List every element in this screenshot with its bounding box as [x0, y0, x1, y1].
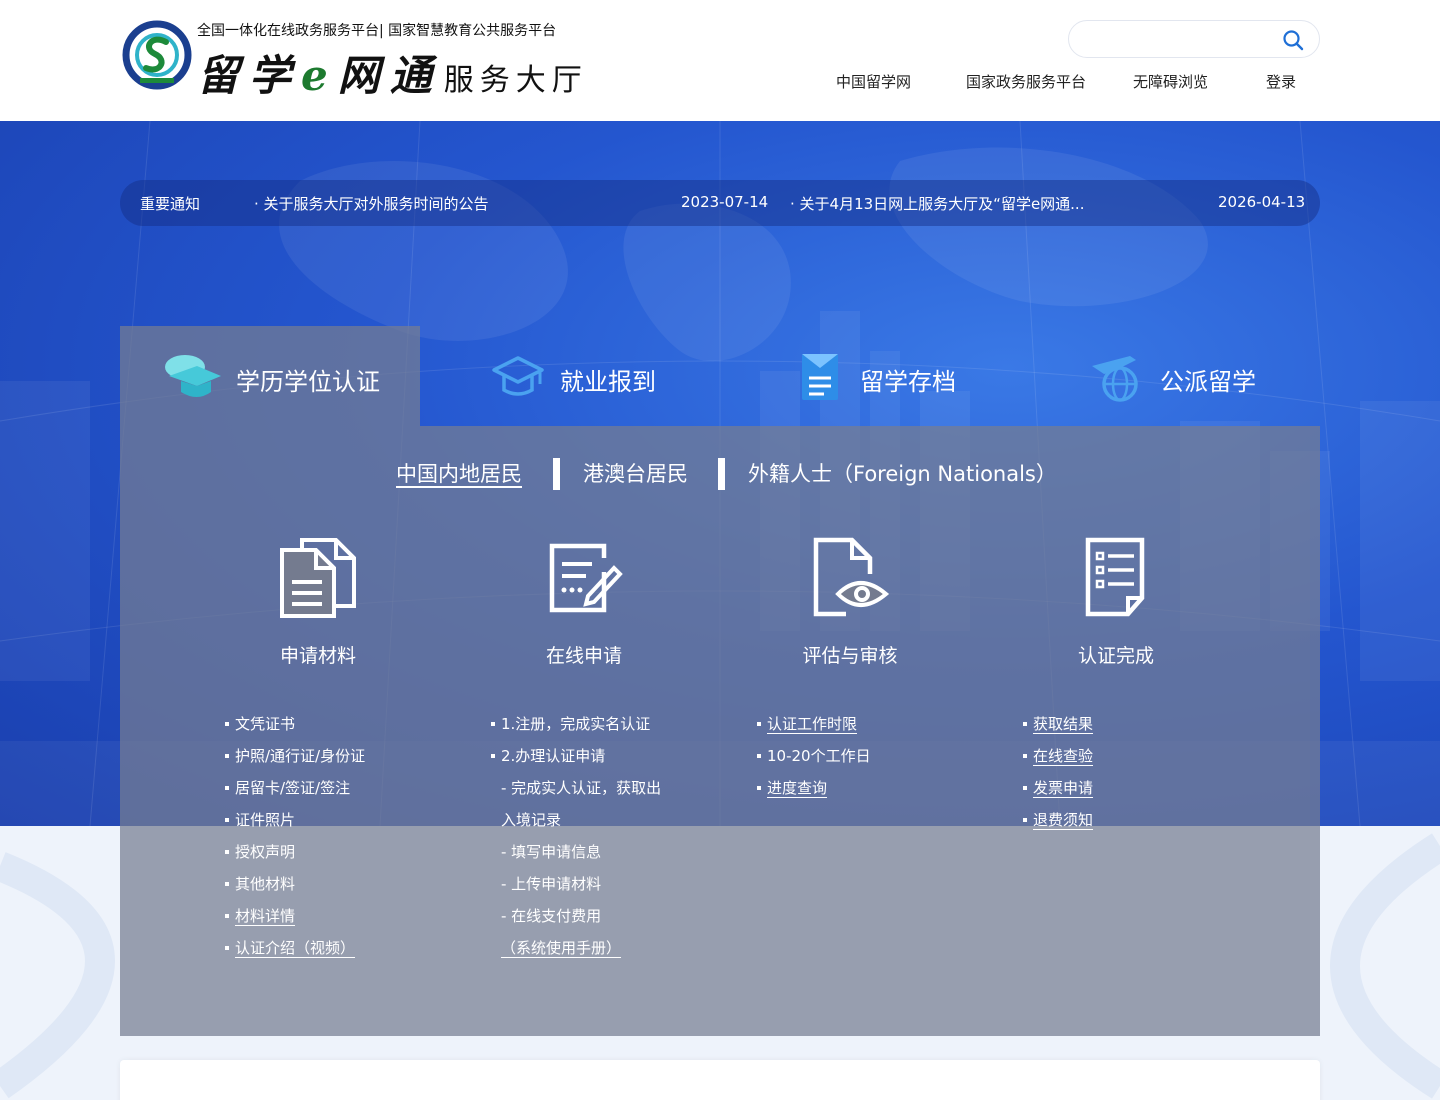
list-item: 在线查验: [1021, 740, 1093, 772]
list-item: 1.注册，完成实名认证: [489, 708, 661, 740]
online-application-steps: 1.注册，完成实名认证 2.办理认证申请 - 完成实人认证，获取出 入境记录 -…: [489, 708, 661, 964]
list-item: 护照/通行证/身份证: [223, 740, 365, 772]
list-item: 文凭证书: [223, 708, 365, 740]
list-subitem: - 在线支付费用: [501, 907, 602, 925]
online-verification-link[interactable]: 在线查验: [1033, 747, 1093, 765]
list-subitem: 入境记录: [501, 811, 562, 829]
step-application-materials[interactable]: 申请材料: [218, 536, 418, 667]
tab-label: 留学存档: [860, 368, 956, 396]
materials-list: 文凭证书 护照/通行证/身份证 居留卡/签证/签注 证件照片 授权声明 其他材料…: [223, 708, 365, 964]
step-online-application[interactable]: 在线申请: [484, 536, 684, 667]
graduation-cap-icon: [165, 355, 221, 397]
list-item: 证件照片: [223, 804, 365, 836]
list-item: 其他材料: [223, 868, 365, 900]
progress-query-link[interactable]: 进度查询: [767, 779, 827, 797]
step-authentication-complete[interactable]: 认证完成: [1016, 536, 1216, 667]
materials-details-link[interactable]: 材料详情: [235, 907, 295, 925]
residency-subtabs: 中国内地居民 港澳台居民 外籍人士（Foreign Nationals）: [120, 458, 1320, 494]
list-item: 2.办理认证申请: [489, 740, 661, 772]
refund-notice-link[interactable]: 退费须知: [1033, 811, 1093, 829]
step-title: 在线申请: [545, 645, 622, 667]
content-card: [120, 1060, 1320, 1100]
list-item: 退费须知: [1021, 804, 1093, 836]
list-item: 10-20个工作日: [755, 740, 871, 772]
service-panel: 中国内地居民 港澳台居民 外籍人士（Foreign Nationals） 申请材…: [120, 426, 1320, 1036]
search-box: [1068, 20, 1320, 58]
brand-script-part2: 网通: [337, 51, 442, 100]
list-item: 获取结果: [1021, 708, 1093, 740]
completion-list: 获取结果 在线查验 发票申请 退费须知: [1021, 708, 1093, 836]
review-list: 认证工作时限 10-20个工作日 进度查询: [755, 708, 871, 804]
list-item: 认证工作时限: [755, 708, 871, 740]
notice-item-date: 2023-07-14: [681, 193, 769, 211]
notice-item-link[interactable]: · 关于4月13日网上服务大厅及“留学e网通...: [790, 193, 1084, 214]
nav-link-cscse[interactable]: 中国留学网: [836, 71, 911, 92]
list-item: 认证介绍（视频）: [223, 932, 365, 964]
search-icon[interactable]: [1281, 28, 1305, 52]
search-input[interactable]: [1083, 28, 1273, 52]
documents-icon: [280, 538, 356, 618]
subtab-foreign-nationals[interactable]: 外籍人士（Foreign Nationals）: [748, 458, 1057, 488]
subtab-mainland-residents[interactable]: 中国内地居民: [396, 458, 522, 488]
get-result-link[interactable]: 获取结果: [1033, 715, 1093, 733]
list-item: 材料详情: [223, 900, 365, 932]
list-subitem: - 完成实人认证，获取出: [501, 779, 662, 797]
processing-time-link[interactable]: 认证工作时限: [767, 715, 857, 733]
step-title: 申请材料: [279, 645, 356, 667]
tab-label: 学历学位认证: [236, 368, 380, 396]
nav-link-gov-service[interactable]: 国家政务服务平台: [966, 71, 1086, 92]
step-title: 评估与审核: [802, 645, 898, 667]
site-logo[interactable]: [122, 20, 192, 90]
subtab-divider: [718, 458, 725, 490]
edit-form-icon: [549, 543, 623, 613]
authentication-video-link[interactable]: 认证介绍（视频）: [235, 939, 355, 957]
apply-authentication-link[interactable]: 2.办理认证申请: [501, 747, 605, 765]
brand-script-part1: 留学: [197, 51, 302, 100]
subtab-hk-macao-taiwan[interactable]: 港澳台居民: [583, 458, 688, 488]
list-item: 发票申请: [1021, 772, 1093, 804]
brand-script-e: e: [301, 51, 338, 100]
system-manual-link[interactable]: （系统使用手册）: [501, 939, 621, 957]
list-subitem: - 填写申请信息: [501, 843, 602, 861]
tab-study-archive[interactable]: 留学存档: [800, 352, 980, 402]
brand-subtitle: 服务大厅: [443, 63, 588, 98]
platform-tagline: 全国一体化在线政务服务平台| 国家智慧教育公共服务平台: [197, 23, 557, 39]
subtab-divider: [553, 458, 560, 490]
mortarboard-icon: [492, 356, 544, 396]
tab-government-sponsored[interactable]: 公派留学: [1090, 352, 1270, 402]
brand-title[interactable]: 留学e网通服务大厅: [197, 42, 588, 103]
list-item: 授权声明: [223, 836, 365, 868]
step-evaluation-review[interactable]: 评估与审核: [750, 536, 950, 667]
list-subitem: （系统使用手册）: [489, 932, 661, 964]
nav-link-accessibility[interactable]: 无障碍浏览: [1133, 71, 1208, 92]
review-eye-icon: [813, 537, 890, 617]
tab-degree-authentication[interactable]: 学历学位认证: [163, 352, 393, 402]
tab-employment-registration[interactable]: 就业报到: [492, 352, 672, 402]
invoice-request-link[interactable]: 发票申请: [1033, 779, 1093, 797]
site-header: 全国一体化在线政务服务平台| 国家智慧教育公共服务平台 留学e网通服务大厅 中国…: [0, 0, 1440, 121]
checklist-icon: [1085, 537, 1145, 617]
notice-bar: 重要通知 · 关于服务大厅对外服务时间的公告 2023-07-14 · 关于4月…: [120, 180, 1320, 226]
step-title: 认证完成: [1077, 645, 1154, 667]
list-subitem: - 上传申请材料: [501, 875, 602, 893]
list-item: 进度查询: [755, 772, 871, 804]
notice-item-date: 2026-04-13: [1218, 193, 1306, 211]
list-item: 居留卡/签证/签注: [223, 772, 365, 804]
archive-file-icon: [802, 354, 838, 400]
notice-label: 重要通知: [140, 195, 201, 213]
nav-link-login[interactable]: 登录: [1266, 71, 1296, 92]
tab-label: 公派留学: [1160, 368, 1256, 396]
globe-plane-icon: [1092, 356, 1138, 402]
tab-label: 就业报到: [560, 368, 656, 396]
notice-item-link[interactable]: · 关于服务大厅对外服务时间的公告: [254, 193, 489, 214]
